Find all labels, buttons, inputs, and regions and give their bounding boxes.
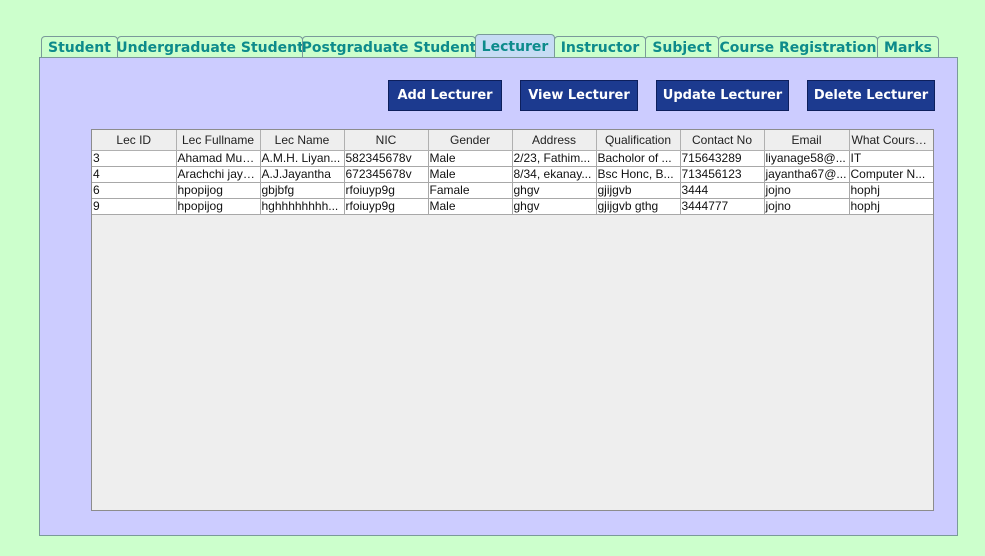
add-lecturer-button[interactable]: Add Lecturer [388,80,502,111]
table-cell[interactable]: 6 [92,182,177,199]
tab-postgraduate-student[interactable]: Postgraduate Student [302,36,476,58]
table-cell[interactable]: rfoiuyp9g [344,198,429,215]
table-cell[interactable]: 4 [92,166,177,183]
column-header-address[interactable]: Address [512,130,597,151]
table-cell[interactable]: jojno [764,182,850,199]
table-cell[interactable]: gbjbfg [260,182,345,199]
table-cell[interactable]: hpopijog [176,198,261,215]
tab-lecturer[interactable]: Lecturer [475,34,555,58]
table-cell[interactable]: 672345678v [344,166,429,183]
table-row[interactable]: 3 Ahamad Mud... A.M.H. Liyan... 58234567… [92,150,933,167]
table-cell[interactable]: hophj [849,182,933,199]
table-cell[interactable]: Male [428,198,513,215]
table-cell[interactable]: hghhhhhhhh... [260,198,345,215]
table-cell[interactable]: A.J.Jayantha [260,166,345,183]
table-cell[interactable]: jojno [764,198,850,215]
column-header-lec-fullname[interactable]: Lec Fullname [176,130,261,151]
column-header-what-course[interactable]: What Course... [849,130,933,151]
table-cell[interactable]: 2/23, Fathim... [512,150,597,167]
column-header-nic[interactable]: NIC [344,130,429,151]
table-cell[interactable]: jayantha67@... [764,166,850,183]
table-header-row: Lec ID Lec Fullname Lec Name NIC Gender … [92,130,933,151]
column-header-lec-id[interactable]: Lec ID [92,130,177,151]
tab-subject[interactable]: Subject [645,36,719,58]
table-cell[interactable]: Ahamad Mud... [176,150,261,167]
table-cell[interactable]: hpopijog [176,182,261,199]
table-cell[interactable]: 3444 [680,182,765,199]
table-cell[interactable]: 582345678v [344,150,429,167]
table-cell[interactable]: hophj [849,198,933,215]
table-cell[interactable]: 713456123 [680,166,765,183]
tab-marks[interactable]: Marks [877,36,939,58]
table-row[interactable]: 9 hpopijog hghhhhhhhh... rfoiuyp9g Male … [92,198,933,215]
column-header-gender[interactable]: Gender [428,130,513,151]
table-cell[interactable]: ghgv [512,198,597,215]
table-cell[interactable]: IT [849,150,933,167]
table-cell[interactable]: 715643289 [680,150,765,167]
update-lecturer-button[interactable]: Update Lecturer [656,80,789,111]
table-cell[interactable]: ghgv [512,182,597,199]
table-cell[interactable]: Bacholor of ... [596,150,681,167]
column-header-lec-name[interactable]: Lec Name [260,130,345,151]
delete-lecturer-button[interactable]: Delete Lecturer [807,80,935,111]
table-cell[interactable]: gjijgvb [596,182,681,199]
table-cell[interactable]: gjijgvb gthg [596,198,681,215]
table-cell[interactable]: Famale [428,182,513,199]
table-cell[interactable]: rfoiuyp9g [344,182,429,199]
table-row[interactable]: 6 hpopijog gbjbfg rfoiuyp9g Famale ghgv … [92,182,933,199]
tab-course-registration[interactable]: Course Registration [718,36,878,58]
table-row[interactable]: 4 Arachchi jaya... A.J.Jayantha 67234567… [92,166,933,183]
column-header-contact-no[interactable]: Contact No [680,130,765,151]
table-cell[interactable]: 3444777 [680,198,765,215]
table-cell[interactable]: 3 [92,150,177,167]
tab-bar: Student Undergraduate Student Postgradua… [41,34,939,58]
tab-instructor[interactable]: Instructor [554,36,646,58]
view-lecturer-button[interactable]: View Lecturer [520,80,638,111]
table-cell[interactable]: 9 [92,198,177,215]
table-cell[interactable]: Arachchi jaya... [176,166,261,183]
column-header-email[interactable]: Email [764,130,850,151]
table-cell[interactable]: A.M.H. Liyan... [260,150,345,167]
tab-student[interactable]: Student [41,36,118,58]
table-cell[interactable]: 8/34, ekanay... [512,166,597,183]
table-cell[interactable]: liyanage58@... [764,150,850,167]
table-cell[interactable]: Male [428,166,513,183]
lecturer-table[interactable]: Lec ID Lec Fullname Lec Name NIC Gender … [91,129,934,511]
table-cell[interactable]: Male [428,150,513,167]
table-cell[interactable]: Computer N... [849,166,933,183]
tab-undergraduate-student[interactable]: Undergraduate Student [116,36,304,58]
column-header-qualification[interactable]: Qualification [596,130,681,151]
table-cell[interactable]: Bsc Honc, B... [596,166,681,183]
